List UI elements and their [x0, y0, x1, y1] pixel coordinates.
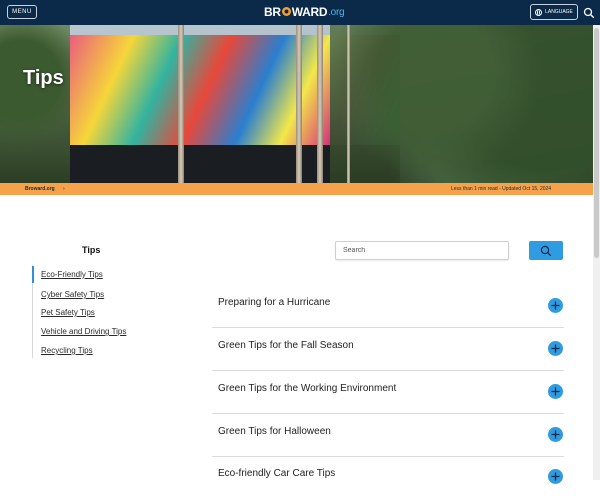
menu-button[interactable]: MENU [7, 5, 37, 19]
hero-banner [0, 25, 593, 183]
plus-icon [551, 387, 560, 396]
accordion-item-eco-friendly-car-care-tips[interactable]: Eco-friendly Car Care Tips [212, 456, 564, 498]
breadcrumb-separator: › [63, 186, 65, 192]
sidebar-item-vehicle-and-driving-tips[interactable]: Vehicle and Driving Tips [41, 327, 126, 336]
header-search-button[interactable] [583, 6, 595, 19]
accordion-item-green-tips-working-environment[interactable]: Green Tips for the Working Environment [212, 371, 564, 414]
expand-button[interactable] [548, 384, 563, 399]
accordion-item-preparing-for-a-hurricane[interactable]: Preparing for a Hurricane [212, 285, 564, 328]
search-input[interactable] [335, 241, 509, 260]
hero-trees-left [0, 25, 70, 183]
accordion-title: Eco-friendly Car Care Tips [218, 468, 336, 479]
broward-logo[interactable]: BR WARD .org [264, 3, 345, 21]
hero-palm-trunk [296, 25, 302, 183]
logo-text-org: .org [328, 6, 345, 18]
logo-sun-o [281, 5, 292, 19]
sidebar-title: Tips [82, 245, 101, 255]
accordion-title: Green Tips for Halloween [218, 426, 331, 437]
accordion-title: Green Tips for the Fall Season [218, 340, 354, 351]
page-scrollbar-thumb[interactable] [594, 28, 599, 258]
sun-icon [281, 7, 291, 16]
globe-icon [535, 8, 543, 16]
language-button[interactable]: LANGUAGE [530, 4, 578, 20]
plus-icon [551, 344, 560, 353]
plus-icon [551, 430, 560, 439]
expand-button[interactable] [548, 427, 563, 442]
hero-palm-trunk [317, 25, 323, 183]
accordion-item-green-tips-halloween[interactable]: Green Tips for Halloween [212, 414, 564, 457]
accordion-title: Green Tips for the Working Environment [218, 383, 397, 394]
page-title: Tips [23, 67, 64, 89]
sidebar-item-cyber-safety-tips[interactable]: Cyber Safety Tips [41, 290, 104, 299]
accordion-item-green-tips-fall-season[interactable]: Green Tips for the Fall Season [212, 328, 564, 371]
accordion-title: Preparing for a Hurricane [218, 297, 331, 308]
breadcrumb-home-link[interactable]: Broward.org [25, 186, 55, 192]
sidebar-active-indicator [32, 266, 34, 283]
hero-palm-trunk [178, 25, 184, 183]
hero-lamp-post [347, 25, 350, 183]
search-icon [540, 245, 552, 256]
logo-text-br: BR [264, 5, 281, 19]
sidebar-item-eco-friendly-tips[interactable]: Eco-Friendly Tips [41, 270, 103, 279]
search-icon [583, 7, 595, 19]
logo-text-ward: WARD [291, 5, 328, 19]
expand-button[interactable] [548, 298, 563, 313]
sidebar-item-pet-safety-tips[interactable]: Pet Safety Tips [41, 308, 95, 317]
expand-button[interactable] [548, 341, 563, 356]
search-button[interactable] [529, 241, 563, 260]
read-time-updated: Less than 1 min read - Updated Oct 15, 2… [451, 186, 552, 192]
expand-button[interactable] [548, 469, 563, 484]
plus-icon [551, 301, 560, 310]
hero-trees-right [330, 25, 593, 183]
language-label: LANGUAGE [545, 9, 573, 15]
sidebar-item-recycling-tips[interactable]: Recycling Tips [41, 346, 93, 355]
